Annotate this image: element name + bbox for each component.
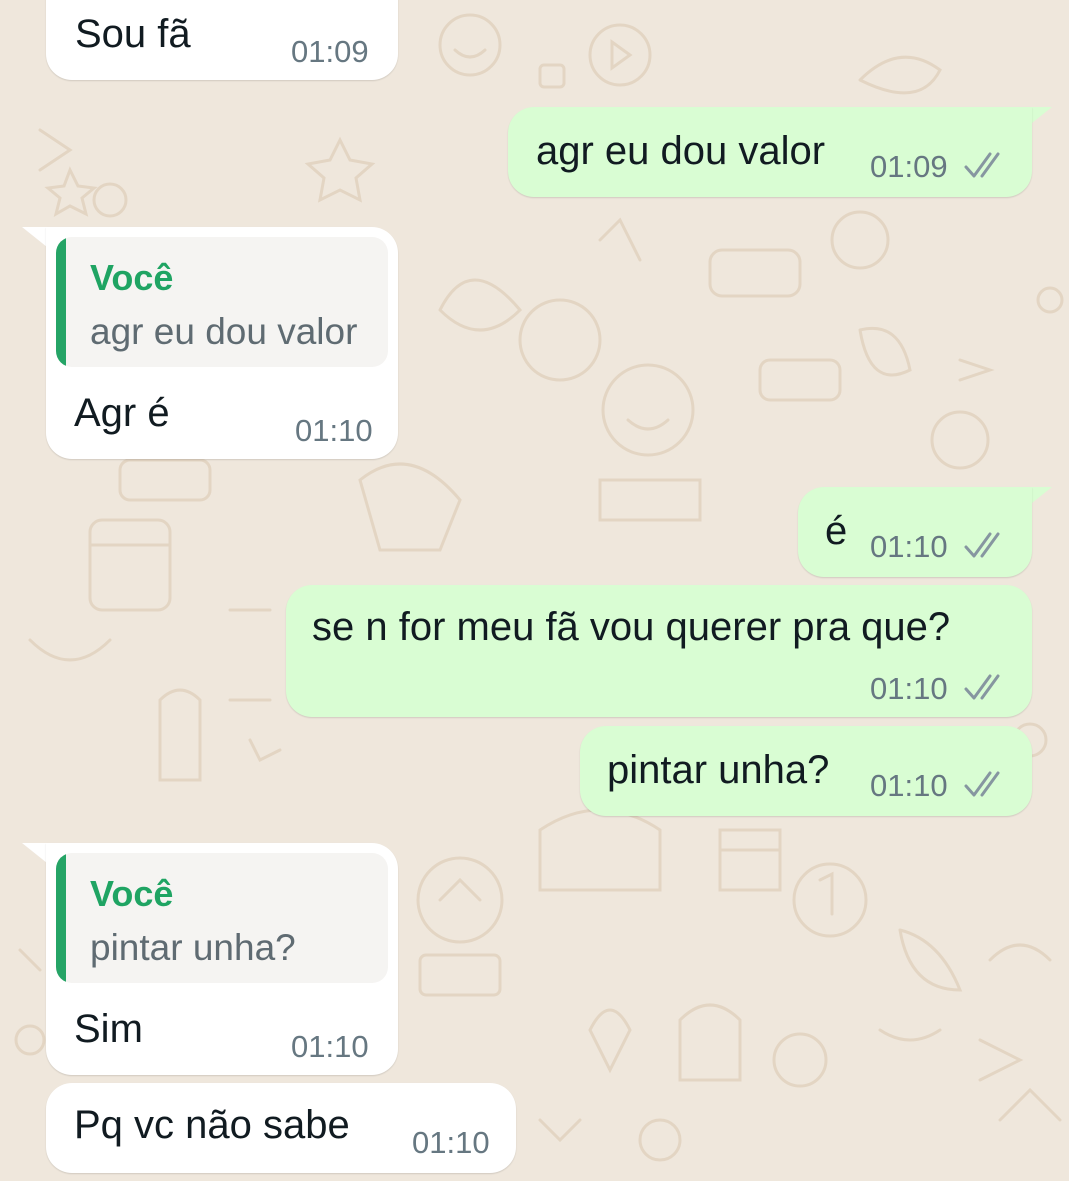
quote-accent-bar (56, 853, 66, 983)
double-check-icon (964, 771, 1000, 797)
quote-text: agr eu dou valor (90, 311, 358, 352)
message-incoming[interactable]: Sou fã 01:09 (46, 0, 398, 80)
message-outgoing[interactable]: é 01:10 (798, 487, 1032, 577)
message-text: Sim (74, 1007, 143, 1051)
message-text: é (825, 509, 848, 553)
message-time: 01:10 (412, 1125, 490, 1160)
quoted-message[interactable]: Você pintar unha? (56, 853, 388, 983)
double-check-icon (964, 674, 1000, 700)
double-check-icon (964, 532, 1000, 558)
quote-accent-bar (56, 237, 66, 367)
message-incoming[interactable]: Pq vc não sabe 01:10 (46, 1083, 516, 1173)
message-outgoing[interactable]: pintar unha? 01:10 (580, 726, 1032, 816)
quote-author: Você (90, 873, 174, 914)
message-outgoing[interactable]: se n for meu fã vou querer pra que? 01:1… (286, 585, 1032, 717)
message-text: agr eu dou valor (536, 129, 826, 173)
quote-author: Você (90, 257, 174, 298)
message-time: 01:10 (870, 671, 948, 706)
message-time: 01:10 (870, 768, 948, 803)
message-time: 01:10 (291, 1029, 369, 1064)
quote-text: pintar unha? (90, 927, 296, 968)
message-incoming-reply[interactable]: Você pintar unha? Sim 01:10 (46, 843, 398, 1075)
message-text: Agr é (74, 391, 170, 435)
message-incoming-reply[interactable]: Você agr eu dou valor Agr é 01:10 (46, 227, 398, 459)
quoted-message[interactable]: Você agr eu dou valor (56, 237, 388, 367)
message-text: pintar unha? (607, 748, 830, 792)
message-text: Pq vc não sabe (74, 1103, 350, 1147)
message-time: 01:09 (291, 34, 369, 69)
message-text: se n for meu fã vou querer pra que? (312, 605, 951, 649)
double-check-icon (964, 152, 1000, 178)
message-time: 01:10 (870, 529, 948, 564)
message-time: 01:09 (870, 149, 948, 184)
message-outgoing[interactable]: agr eu dou valor 01:09 (508, 107, 1032, 197)
message-time: 01:10 (295, 413, 373, 448)
message-text: Sou fã (75, 12, 191, 56)
